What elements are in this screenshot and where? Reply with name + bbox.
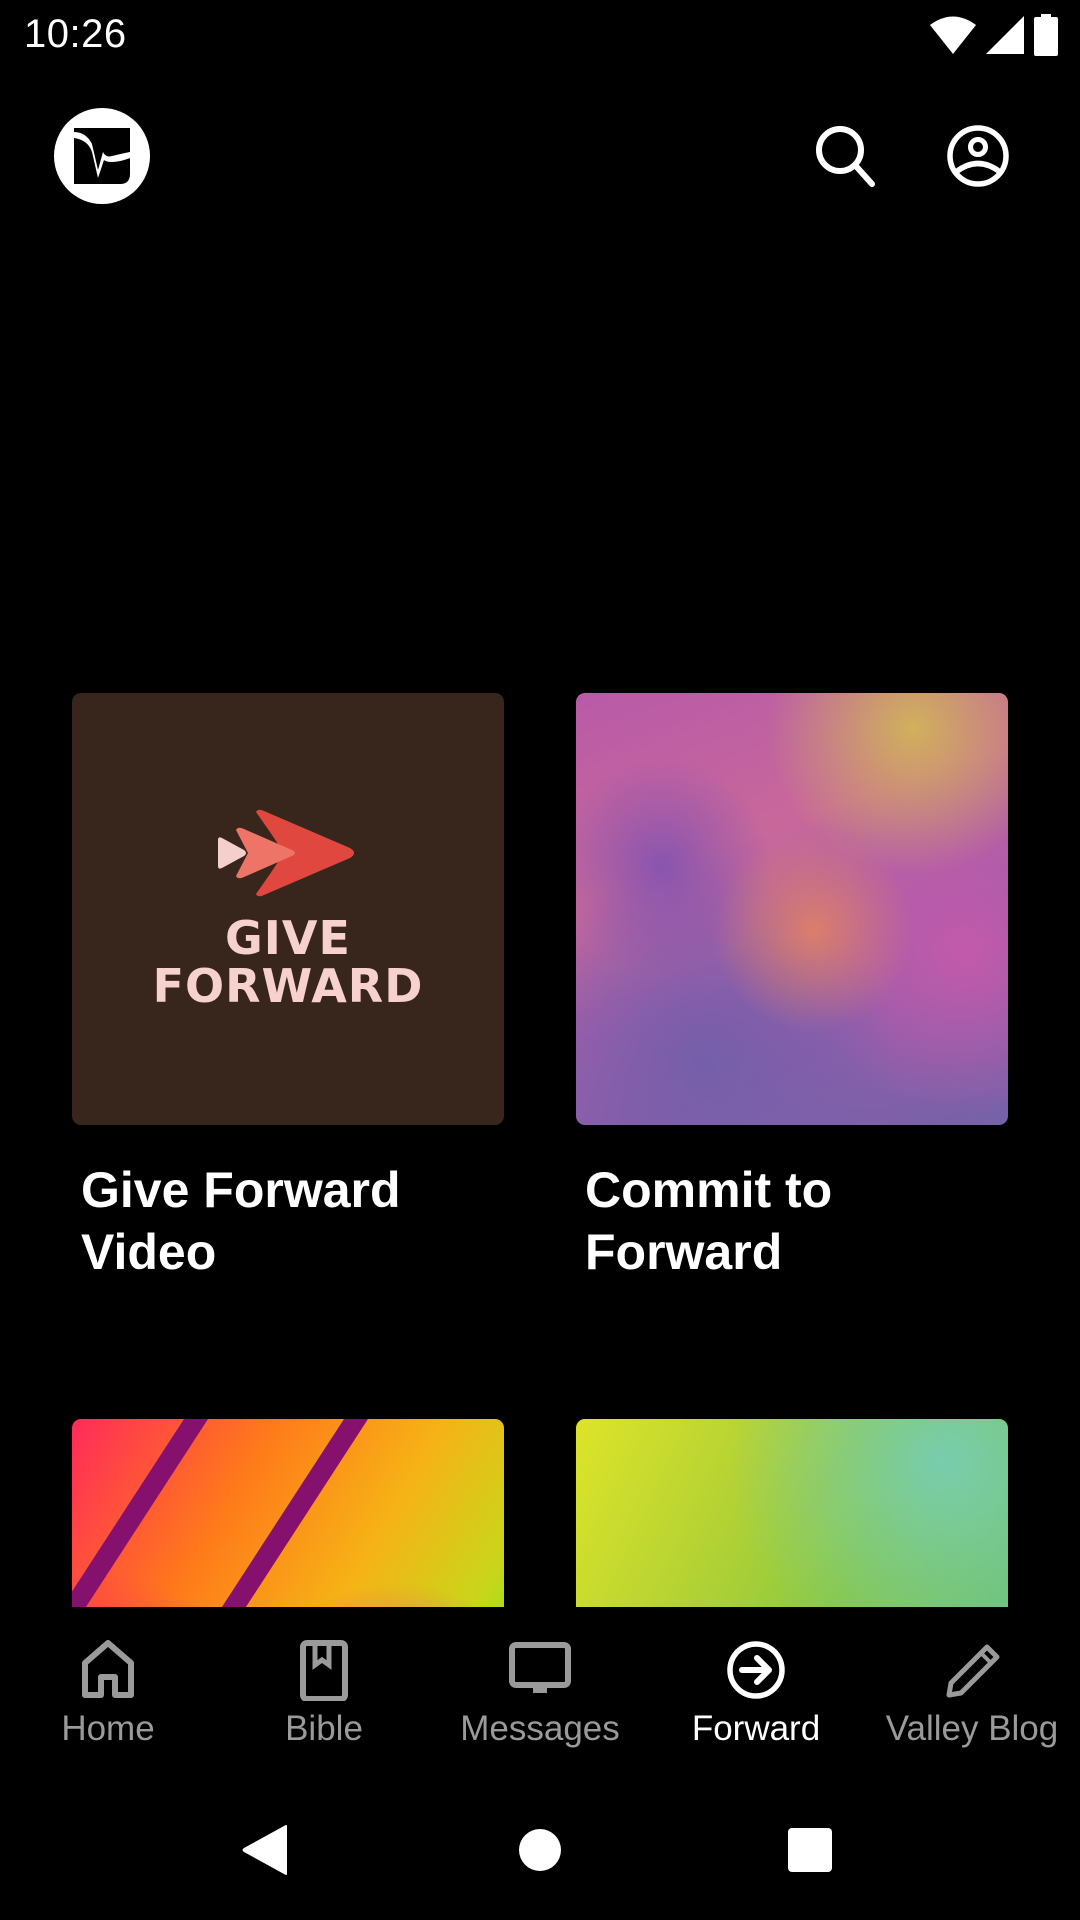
app-logo[interactable] xyxy=(54,108,150,204)
home-circle-icon xyxy=(519,1829,561,1871)
give-forward-logo-image: GIVE FORWARD xyxy=(72,693,504,1125)
tv-icon xyxy=(509,1642,571,1693)
search-icon xyxy=(816,126,875,187)
card-commit-to-forward[interactable]: Commit to Forward xyxy=(576,693,1008,1283)
nav-item-forward[interactable]: Forward xyxy=(648,1607,864,1780)
account-button[interactable] xyxy=(944,122,1012,190)
bottom-nav: Home Bible Messages Forward Valley Blog xyxy=(0,1607,1080,1780)
nav-label: Valley Blog xyxy=(885,1709,1059,1748)
home-icon xyxy=(82,1640,134,1698)
account-circle-icon xyxy=(947,125,1009,187)
purple-watercolor-image xyxy=(576,693,1008,1125)
give-forward-logo-text: GIVE FORWARD xyxy=(152,911,424,1013)
system-nav-bar xyxy=(0,1780,1080,1920)
nav-item-bible[interactable]: Bible xyxy=(216,1607,432,1780)
app-logo-icon xyxy=(74,128,130,184)
nav-item-home[interactable]: Home xyxy=(0,1607,216,1780)
system-recents-button[interactable] xyxy=(780,1820,840,1880)
nav-item-valley-blog[interactable]: Valley Blog xyxy=(864,1607,1080,1780)
stripe xyxy=(162,1419,394,1607)
card-green-watercolor[interactable] xyxy=(576,1419,1008,1607)
nav-label: Home xyxy=(61,1709,155,1748)
neon-stripes-image xyxy=(72,1419,504,1607)
stripe xyxy=(72,1419,234,1607)
content-grid[interactable]: GIVE FORWARD Give Forward Video Commit t… xyxy=(0,0,1080,1607)
nav-label: Messages xyxy=(460,1709,620,1748)
card-give-forward-video[interactable]: GIVE FORWARD Give Forward Video xyxy=(72,693,504,1283)
bible-icon xyxy=(300,1640,348,1701)
card-title: Commit to Forward xyxy=(585,1162,833,1280)
recents-square-icon xyxy=(788,1828,832,1872)
green-watercolor-image xyxy=(576,1419,1008,1607)
nav-label: Forward xyxy=(691,1709,821,1748)
app-bar xyxy=(0,90,1080,220)
back-triangle-icon xyxy=(242,1825,287,1875)
give-forward-arrows-icon xyxy=(218,809,354,897)
system-back-button[interactable] xyxy=(236,1820,296,1880)
search-button[interactable] xyxy=(812,122,880,190)
pencil-icon xyxy=(946,1644,1000,1698)
card-neon-stripes[interactable] xyxy=(72,1419,504,1607)
arrow-circle-right-icon xyxy=(727,1641,785,1699)
card-title: Give Forward Video xyxy=(81,1162,401,1280)
nav-label: Bible xyxy=(285,1709,363,1748)
system-home-button[interactable] xyxy=(510,1820,570,1880)
nav-item-messages[interactable]: Messages xyxy=(432,1607,648,1780)
